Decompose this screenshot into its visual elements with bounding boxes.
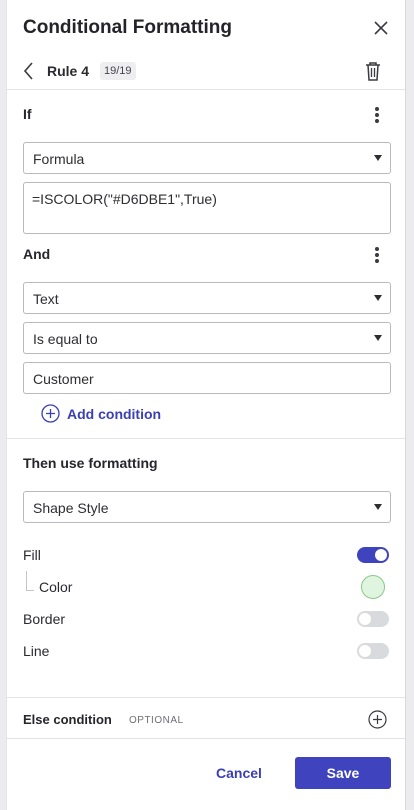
operator-select-value: Is equal to: [33, 331, 98, 347]
else-condition-label: Else condition: [23, 712, 112, 727]
condition-type-value: Formula: [33, 151, 85, 167]
cancel-button[interactable]: Cancel: [207, 757, 271, 789]
condition-type-select[interactable]: Formula: [23, 142, 391, 174]
operator-select[interactable]: Is equal to: [23, 322, 391, 354]
style-select[interactable]: Shape Style: [23, 491, 391, 523]
and-label: And: [23, 246, 51, 262]
caret-down-icon: [374, 335, 382, 341]
if-label: If: [23, 106, 32, 122]
add-condition-label: Add condition: [67, 406, 162, 422]
border-toggle[interactable]: [357, 611, 389, 627]
panel-title: Conditional Formatting: [23, 17, 232, 38]
trash-icon[interactable]: [363, 60, 383, 82]
fill-color-swatch[interactable]: [361, 575, 385, 599]
line-label: Line: [23, 643, 50, 659]
optional-tag: OPTIONAL: [129, 715, 184, 726]
caret-down-icon: [374, 504, 382, 510]
caret-down-icon: [374, 155, 382, 161]
formatting-label: Then use formatting: [23, 455, 158, 471]
formula-input[interactable]: =ISCOLOR("#D6DBE1",True): [23, 182, 391, 234]
and-more-icon[interactable]: [371, 246, 383, 264]
chevron-left-icon[interactable]: [19, 60, 39, 82]
save-button[interactable]: Save: [295, 757, 391, 789]
rule-name: Rule 4: [47, 63, 90, 79]
panel-header: Conditional Formatting: [7, 0, 405, 54]
line-toggle[interactable]: [357, 643, 389, 659]
caret-down-icon: [374, 295, 382, 301]
style-select-value: Shape Style: [33, 500, 109, 516]
add-else-icon[interactable]: [368, 710, 387, 729]
divider: [7, 697, 405, 698]
if-more-icon[interactable]: [371, 106, 383, 124]
rule-bar: Rule 4 19/19: [7, 54, 405, 90]
value-input[interactable]: Customer: [23, 362, 391, 394]
divider: [7, 438, 405, 439]
value-input-text: Customer: [33, 371, 94, 387]
color-label: Color: [39, 579, 73, 595]
rule-count-badge: 19/19: [100, 62, 136, 80]
field-select-value: Text: [33, 291, 59, 307]
border-label: Border: [23, 611, 66, 627]
close-icon[interactable]: [371, 18, 391, 38]
panel-footer: Cancel Save: [7, 738, 405, 810]
plus-circle-icon: [41, 404, 60, 423]
fill-toggle[interactable]: [357, 547, 389, 563]
conditional-formatting-panel: Conditional Formatting Rule 4 19/19 If F…: [6, 0, 406, 810]
field-select[interactable]: Text: [23, 282, 391, 314]
tree-connector: [26, 571, 34, 591]
fill-label: Fill: [23, 547, 41, 563]
